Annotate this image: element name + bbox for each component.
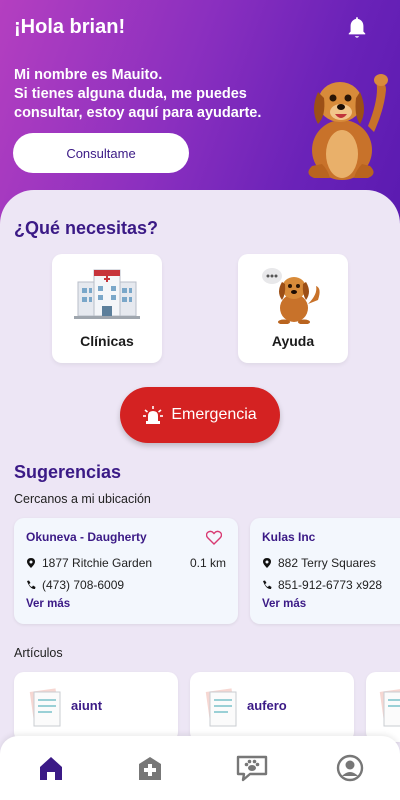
see-more-link[interactable]: Ver más — [262, 598, 306, 610]
clinics-card-label: Clínicas — [80, 333, 134, 349]
phone-icon — [27, 580, 36, 590]
place-distance: 0.1 km — [189, 556, 226, 570]
heart-icon[interactable] — [206, 530, 222, 545]
place-phone: 851-912-6773 x928 — [278, 578, 383, 592]
intro-line: Mi nombre es Mauito. — [14, 67, 163, 83]
clinic-icon[interactable] — [136, 754, 164, 782]
emergency-label: Emergencia — [171, 406, 257, 423]
phone-icon — [263, 580, 272, 590]
bottom-navbar — [0, 736, 400, 800]
intro-line: Si tienes alguna duda, me puedes — [14, 86, 247, 102]
nearby-label: Cercanos a mi ubicación — [14, 492, 151, 506]
location-pin-icon — [27, 558, 35, 568]
greeting: ¡Hola brian! — [14, 16, 126, 38]
place-card[interactable]: Okuneva - Daugherty 1877 Ritchie Garden … — [14, 518, 238, 624]
content-panel: ¿Qué necesitas? Clínicas Ayuda Emergenci… — [0, 190, 400, 800]
clinics-card[interactable]: Clínicas — [52, 254, 162, 363]
consult-button[interactable]: Consultame — [13, 133, 189, 173]
see-more-link[interactable]: Ver más — [26, 598, 70, 610]
suggestions-title: Sugerencias — [14, 462, 122, 482]
place-name: Kulas Inc — [262, 530, 316, 544]
articles-title: Artículos — [14, 646, 63, 660]
help-card-label: Ayuda — [271, 333, 315, 349]
place-address-row: 882 Terry Squares — [262, 556, 376, 570]
article-card[interactable]: aiunt — [14, 672, 178, 742]
place-name: Okuneva - Daugherty — [26, 530, 147, 544]
document-icon — [29, 688, 61, 727]
bell-icon[interactable] — [346, 16, 368, 40]
help-card[interactable]: Ayuda — [238, 254, 348, 363]
place-phone: (473) 708-6009 — [42, 578, 125, 592]
document-icon — [379, 688, 400, 727]
article-card[interactable]: aufero — [190, 672, 354, 742]
location-pin-icon — [263, 558, 271, 568]
clinic-building-icon — [74, 269, 140, 319]
chat-paw-icon[interactable] — [236, 754, 268, 782]
article-label: aufero — [247, 698, 287, 713]
place-card[interactable]: Kulas Inc 882 Terry Squares 851-912-6773… — [250, 518, 400, 624]
place-address-row: 1877 Ritchie Garden — [26, 556, 152, 570]
dog-mascot-icon — [308, 74, 388, 180]
emergency-button[interactable]: Emergencia — [120, 387, 280, 443]
place-address: 1877 Ritchie Garden — [42, 556, 153, 570]
article-label: aiunt — [71, 698, 103, 713]
dog-chat-icon — [262, 268, 320, 324]
profile-icon[interactable] — [336, 754, 364, 782]
article-card[interactable] — [366, 672, 400, 742]
intro-text: Mi nombre es Mauito. Si tienes alguna du… — [14, 66, 274, 123]
place-phone-row: (473) 708-6009 — [26, 578, 124, 592]
home-icon[interactable] — [37, 754, 65, 782]
needs-title: ¿Qué necesitas? — [14, 218, 159, 238]
siren-icon — [143, 406, 164, 424]
intro-line: consultar, estoy aquí para ayudarte. — [14, 105, 262, 121]
place-phone-row: 851-912-6773 x928 — [262, 578, 382, 592]
place-address: 882 Terry Squares — [278, 556, 376, 570]
document-icon — [205, 688, 237, 727]
